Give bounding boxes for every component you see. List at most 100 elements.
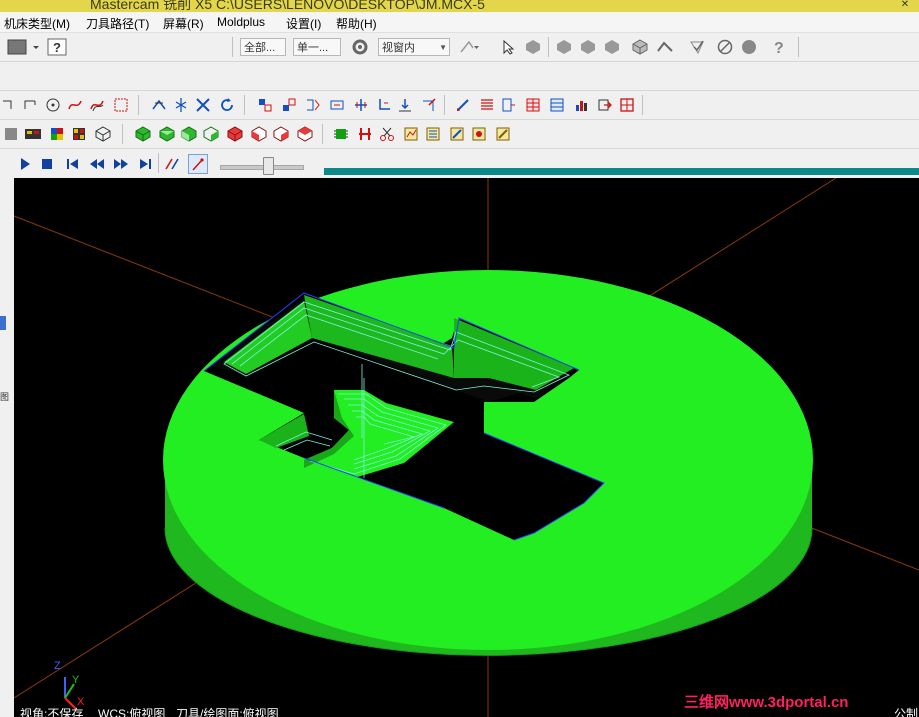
chevron-down-icon: ▼ — [439, 43, 447, 52]
selection-gear-icon[interactable] — [348, 38, 372, 56]
mask-icon[interactable] — [688, 38, 706, 56]
status-wcs[interactable]: WCS:俯视图 — [98, 707, 165, 717]
circle-icon[interactable] — [44, 96, 62, 114]
machine-sim-icon[interactable] — [356, 125, 374, 143]
shade-red-icon[interactable] — [226, 125, 244, 143]
wireframe-box-icon[interactable] — [94, 125, 112, 143]
xform-roll-icon[interactable] — [376, 96, 394, 114]
line-endpoint-icon[interactable] — [0, 96, 18, 114]
no-select-icon[interactable] — [716, 38, 734, 56]
cut-icon[interactable] — [378, 125, 396, 143]
layers-icon[interactable] — [2, 125, 20, 143]
toolpath-trace-icon[interactable] — [164, 155, 182, 173]
xform-offset-icon[interactable] — [328, 96, 346, 114]
help-icon[interactable]: ? — [46, 38, 68, 56]
palette-icon[interactable] — [70, 125, 88, 143]
shade-red-4-icon[interactable] — [296, 125, 314, 143]
close-icon[interactable]: ✕ — [900, 0, 910, 10]
view-top-icon[interactable] — [158, 125, 176, 143]
speed-slider-handle[interactable] — [263, 157, 274, 175]
menu-toolpaths[interactable]: 刀具路径(T) — [86, 15, 149, 32]
combo-select-single[interactable]: 单一... — [293, 38, 341, 56]
xform-scale-icon[interactable] — [420, 96, 438, 114]
solid-face-icon[interactable] — [555, 38, 573, 56]
status-view[interactable]: 视角:不保存 — [20, 707, 83, 717]
svg-text:?: ? — [53, 40, 61, 55]
shade-red-2-icon[interactable] — [250, 125, 268, 143]
menu-help[interactable]: 帮助(H) — [336, 15, 377, 32]
toolbar-empty-band — [0, 62, 919, 91]
toolbar-row-1: ? 全部... 单一... 视窗内 ▼ ? — [0, 33, 919, 62]
menu-machine-type[interactable]: 机床类型(M) — [4, 15, 70, 32]
select-vector-icon[interactable] — [458, 38, 482, 56]
left-tab-icon[interactable] — [0, 316, 6, 330]
skip-end-icon[interactable] — [136, 155, 154, 173]
step-back-icon[interactable] — [88, 155, 106, 173]
help-icon-2[interactable]: ? — [770, 38, 788, 56]
menu-settings[interactable]: 设置(I) — [286, 15, 321, 32]
graphics-viewport[interactable]: Z Y X 三维网www.3dportal.cn — [14, 178, 919, 717]
solid-box-icon[interactable] — [631, 38, 649, 56]
solid-body-icon[interactable] — [579, 38, 597, 56]
line-vertical-icon[interactable] — [22, 96, 40, 114]
solid-select-icon[interactable] — [524, 38, 542, 56]
verify-select-icon[interactable] — [656, 38, 674, 56]
toolpath-op-1-icon[interactable] — [402, 125, 420, 143]
toolbar-row-2 — [0, 91, 919, 120]
combo-view-window[interactable]: 视窗内 ▼ — [378, 38, 450, 56]
toolbar-row-3 — [0, 120, 919, 149]
toolpath-op-5-icon[interactable] — [494, 125, 512, 143]
toolpath-op-4-icon[interactable] — [470, 125, 488, 143]
menu-bar: 机床类型(M) 刀具路径(T) 屏幕(R) Moldplus 设置(I) 帮助(… — [0, 12, 919, 33]
trim-icon[interactable] — [150, 96, 168, 114]
play-icon[interactable] — [16, 155, 34, 173]
menu-screen[interactable]: 屏幕(R) — [163, 15, 204, 32]
color-swatch-icon[interactable] — [48, 125, 66, 143]
dropdown-arrow-icon[interactable] — [30, 38, 42, 56]
spline-icon[interactable] — [66, 96, 84, 114]
note-icon[interactable] — [500, 96, 518, 114]
xform-stretch-icon[interactable] — [352, 96, 370, 114]
rectangle-icon[interactable] — [112, 96, 130, 114]
solid-loop-icon[interactable] — [603, 38, 621, 56]
title-bar: Mastercam 铣削 X5 C:\USERS\LENOVO\DESKTOP\… — [0, 0, 919, 12]
grid-icon[interactable] — [548, 96, 566, 114]
view-front-icon[interactable] — [180, 125, 198, 143]
status-tplane[interactable]: 刀具/绘图面:俯视图 — [176, 707, 279, 717]
break-icon[interactable] — [172, 96, 190, 114]
export-icon[interactable] — [596, 96, 614, 114]
dimension-icon[interactable] — [454, 96, 472, 114]
pointer-icon[interactable] — [500, 38, 518, 56]
stop-icon[interactable] — [38, 155, 56, 173]
axis-triad: Z Y X — [54, 660, 85, 710]
status-line: 视角:不保存 WCS:俯视图 刀具/绘图面:俯视图 公制 — [14, 707, 919, 717]
xform-rotate-icon[interactable] — [280, 96, 298, 114]
xform-mirror-icon[interactable] — [304, 96, 322, 114]
join-icon[interactable] — [194, 96, 212, 114]
toolpath-op-3-icon[interactable] — [448, 125, 466, 143]
view-iso-icon[interactable] — [134, 125, 152, 143]
xform-project-icon[interactable] — [396, 96, 414, 114]
toolpath-op-2-icon[interactable] — [424, 125, 442, 143]
skip-start-icon[interactable] — [64, 155, 82, 173]
svg-text:?: ? — [774, 40, 784, 56]
view-right-icon[interactable] — [202, 125, 220, 143]
end-select-icon[interactable] — [740, 38, 758, 56]
combo-select-all[interactable]: 全部... — [240, 38, 286, 56]
xform-translate-icon[interactable] — [256, 96, 274, 114]
tool-display-icon[interactable] — [188, 154, 208, 174]
curve-icon[interactable] — [88, 96, 106, 114]
table-icon[interactable] — [524, 96, 542, 114]
chip-icon[interactable] — [332, 125, 350, 143]
step-forward-icon[interactable] — [112, 155, 130, 173]
window-grid-icon[interactable] — [618, 96, 636, 114]
refresh-icon[interactable] — [218, 96, 236, 114]
speed-slider-track[interactable] — [220, 165, 304, 170]
level-manager-icon[interactable] — [24, 125, 42, 143]
shade-red-3-icon[interactable] — [272, 125, 290, 143]
new-file-icon[interactable] — [6, 38, 28, 56]
chart-bar-icon[interactable] — [572, 96, 590, 114]
hatch-icon[interactable] — [478, 96, 496, 114]
left-tab-label: 图 — [0, 392, 10, 402]
menu-moldplus[interactable]: Moldplus — [217, 15, 265, 29]
